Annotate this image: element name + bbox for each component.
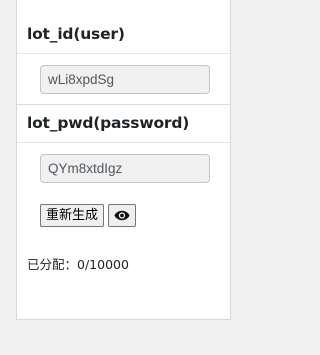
- lot-pwd-field[interactable]: QYm8xtdIgz: [40, 154, 210, 183]
- password-section-title: lot_pwd(password): [17, 105, 230, 143]
- lot-id-field[interactable]: wLi8xpdSg: [40, 65, 210, 94]
- user-section-title: lot_id(user): [17, 16, 230, 54]
- allocation-status: 已分配：0/10000: [17, 227, 230, 273]
- toggle-password-visibility-button[interactable]: [108, 204, 137, 227]
- allocation-label: 已分配：: [27, 257, 78, 272]
- action-buttons: 重新生成: [17, 192, 230, 227]
- allocation-count: 0/10000: [77, 257, 129, 272]
- user-field-wrap: wLi8xpdSg: [17, 54, 230, 104]
- eye-icon: [114, 210, 130, 221]
- regenerate-button[interactable]: 重新生成: [40, 204, 105, 227]
- password-field-wrap: QYm8xtdIgz: [17, 143, 230, 192]
- credentials-panel: lot_id(user) wLi8xpdSg lot_pwd(password)…: [16, 0, 231, 320]
